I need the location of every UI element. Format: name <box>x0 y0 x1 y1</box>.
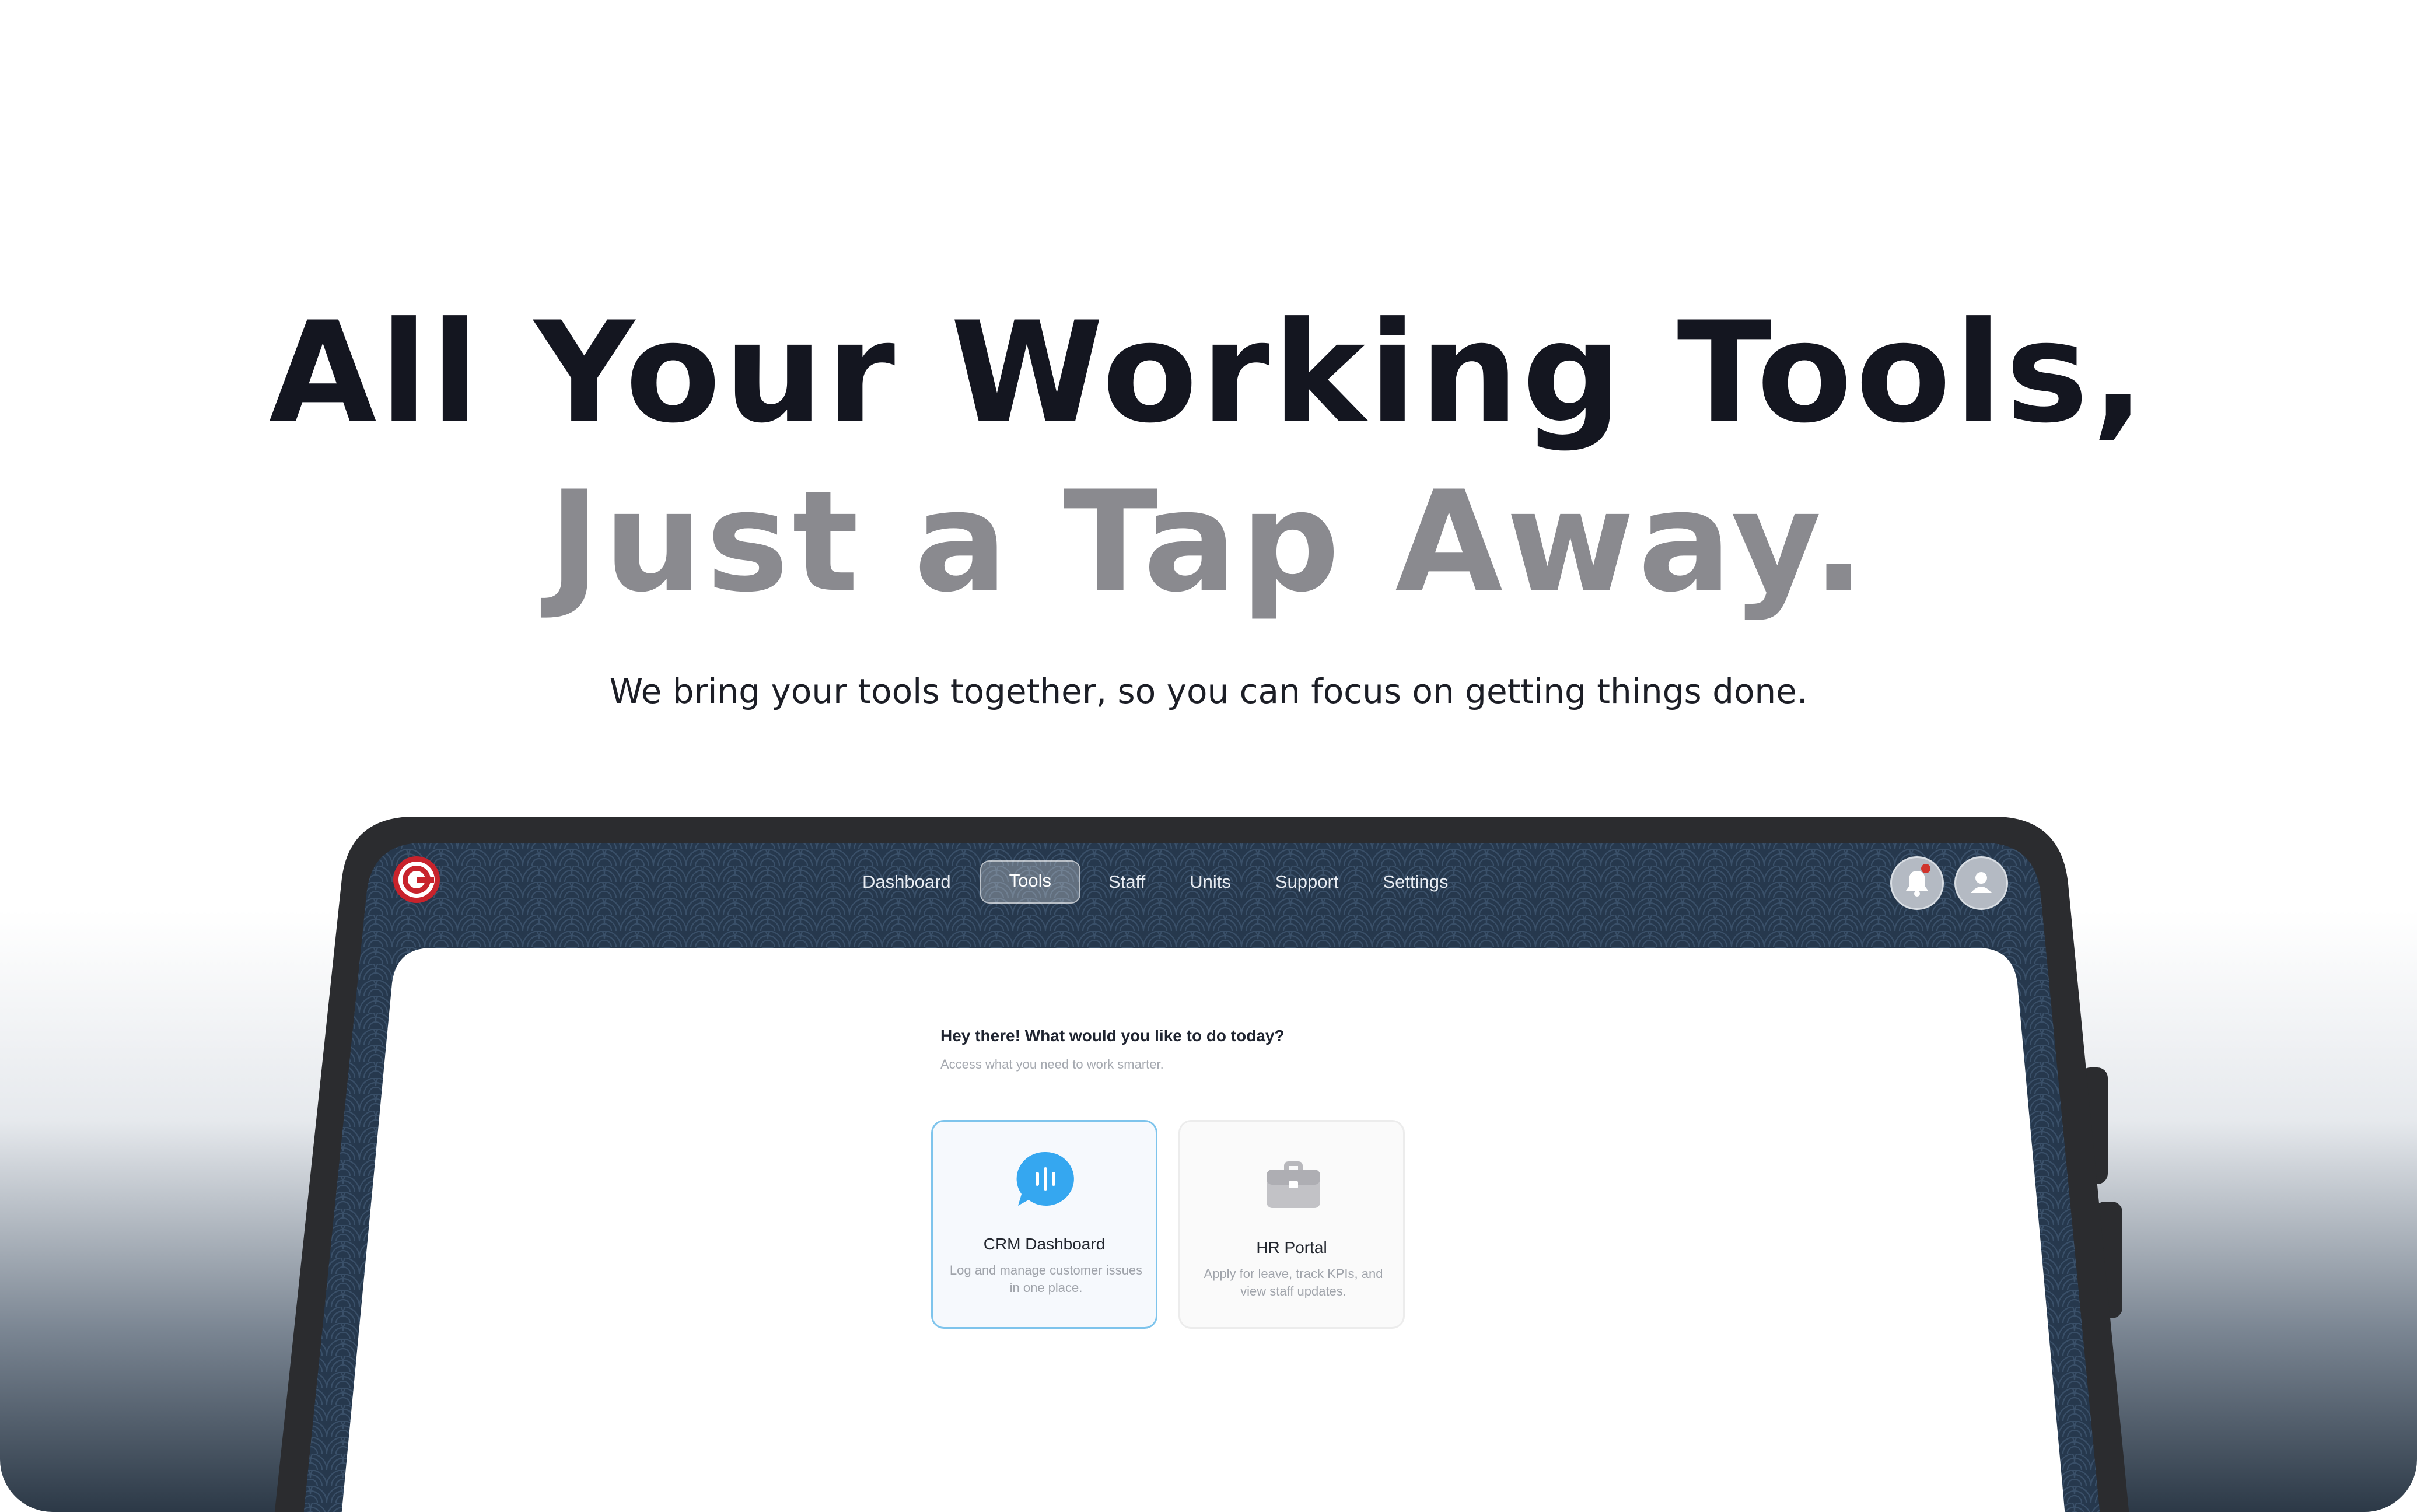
nav-item-tools[interactable]: Tools <box>980 860 1081 904</box>
hr-portal-card[interactable]: HR Portal Apply for leave, track KPIs, a… <box>1178 1120 1405 1329</box>
hr-card-title: HR Portal <box>1256 1238 1327 1256</box>
greeting-heading: Hey there! What would you like to do tod… <box>940 1027 1285 1045</box>
greeting-subtext: Access what you need to work smarter. <box>940 1057 1164 1072</box>
nav-item-units[interactable]: Units <box>1167 862 1253 902</box>
bell-icon <box>1906 871 1928 897</box>
notifications-button[interactable] <box>1890 856 1944 910</box>
chat-bubble-audio-icon <box>1016 1152 1074 1206</box>
crm-card-title: CRM Dashboard <box>983 1235 1106 1253</box>
notification-badge <box>1921 864 1930 873</box>
briefcase-icon <box>1267 1161 1320 1208</box>
nav-item-dashboard[interactable]: Dashboard <box>840 862 973 902</box>
nav-item-settings[interactable]: Settings <box>1360 862 1470 902</box>
crm-dashboard-card[interactable]: CRM Dashboard Log and manage customer is… <box>931 1120 1157 1329</box>
user-icon <box>1971 872 1992 893</box>
brand-logo-icon[interactable] <box>392 855 441 904</box>
crm-card-description: Log and manage customer issues in one pl… <box>949 1263 1143 1295</box>
user-profile-button[interactable] <box>1954 856 2008 910</box>
nav-item-staff[interactable]: Staff <box>1086 862 1167 902</box>
top-navigation: Dashboard Tools Staff Units Support Sett… <box>840 860 1470 904</box>
nav-item-support[interactable]: Support <box>1253 862 1361 902</box>
hr-card-description: Apply for leave, track KPIs, and view st… <box>1204 1266 1383 1298</box>
